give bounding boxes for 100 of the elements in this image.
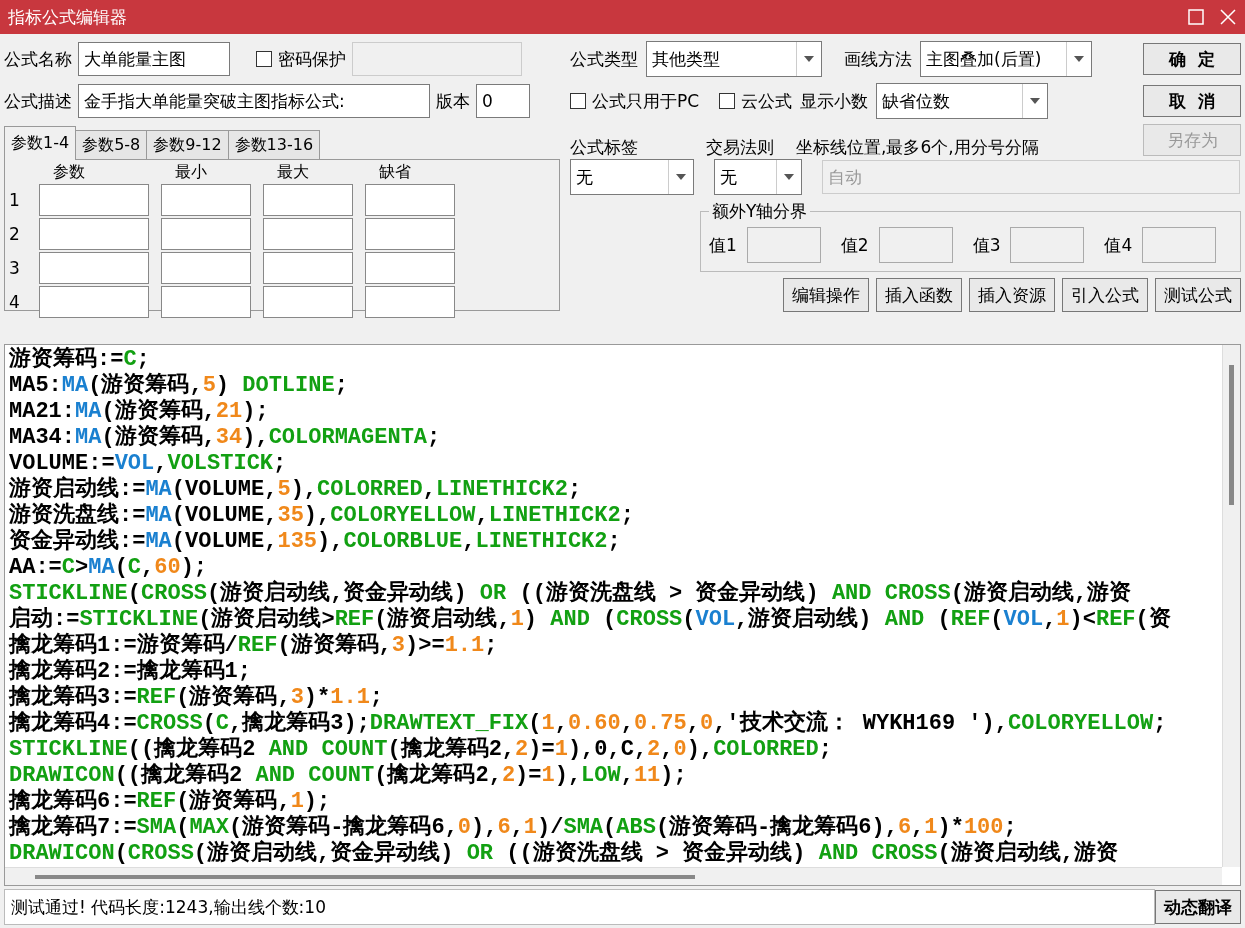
input-field[interactable] — [263, 252, 353, 284]
input-field[interactable]: 0 — [476, 84, 530, 118]
draw-method-dropdown[interactable]: 主图叠加(后置) — [920, 41, 1092, 77]
code-line: 擒龙筹码4:=CROSS(C,擒龙筹码3);DRAWTEXT_FIX(1,0.60,0.75,0,'技术交流： WYKH169 '),COLORYELLOW; — [9, 711, 1168, 736]
cancel-button[interactable]: 取 消 — [1143, 85, 1241, 117]
code-line: 游资启动线:=MA(VOLUME,5),COLORRED,LINETHICK2; — [9, 477, 583, 502]
code-line: MA21:MA(游资筹码,21); — [9, 399, 270, 424]
dropdown-arrow-icon — [804, 56, 814, 62]
column-header: 最小 — [174, 162, 208, 182]
input-field[interactable] — [161, 252, 251, 284]
input-field[interactable] — [161, 218, 251, 250]
code-line: 擒龙筹码2:=擒龙筹码1; — [9, 659, 252, 684]
horizontal-scrollbar[interactable] — [5, 867, 1222, 885]
input-field[interactable] — [263, 218, 353, 250]
field-label: 公式类型 — [570, 47, 638, 71]
code-line: MA5:MA(游资筹码,5) DOTLINE; — [9, 373, 349, 398]
input-field[interactable] — [39, 252, 149, 284]
field-label: 值3 — [972, 233, 1001, 257]
row-number: 2 — [9, 224, 21, 244]
dropdown-arrow-icon — [676, 174, 686, 180]
window-title: 指标公式编辑器 — [8, 5, 128, 29]
row-number: 1 — [9, 190, 21, 210]
action-button[interactable]: 插入函数 — [876, 278, 962, 312]
input-field[interactable] — [263, 184, 353, 216]
field-label: 显示小数 — [800, 89, 869, 113]
input-field[interactable] — [1010, 227, 1085, 263]
tab[interactable]: 参数13-16 — [227, 130, 321, 160]
dropdown-arrow-icon — [1074, 56, 1084, 62]
input-field[interactable] — [365, 286, 455, 318]
code-line: DRAWICON((擒龙筹码2 AND COUNT(擒龙筹码2,2)=1),LOW,11); — [9, 763, 688, 788]
field-label: 画线方法 — [844, 47, 912, 71]
ok-button[interactable]: 确 定 — [1143, 43, 1241, 75]
input-field[interactable]: 金手指大单能量突破主图指标公式: — [78, 84, 430, 118]
field-label: 公式标签 — [570, 136, 639, 159]
field-label: 版本 — [436, 89, 470, 113]
translate-button[interactable]: 动态翻译 — [1155, 890, 1241, 924]
field-label: 值2 — [840, 233, 869, 257]
code-line: 擒龙筹码3:=REF(游资筹码,3)*1.1; — [9, 685, 385, 710]
action-button[interactable]: 测试公式 — [1155, 278, 1241, 312]
checkbox-label: 密码保护 — [278, 47, 346, 71]
tab[interactable]: 参数9-12 — [146, 130, 229, 160]
tag-dropdown[interactable]: 无 — [570, 159, 694, 195]
field-label: 交易法则 — [706, 136, 774, 159]
input-field[interactable] — [365, 184, 455, 216]
dropdown-arrow-icon — [784, 174, 794, 180]
input-field[interactable]: 大单能量主图 — [78, 42, 230, 76]
field-label: 值4 — [1104, 233, 1133, 257]
column-header: 最大 — [276, 162, 310, 182]
type-dropdown[interactable]: 其他类型 — [646, 41, 822, 77]
code-line: 擒龙筹码7:=SMA(MAX(游资筹码-擒龙筹码6,0),6,1)/SMA(ABS(游资筹码-擒龙筹码6),6,1)*100; — [9, 815, 1018, 840]
input-field[interactable] — [365, 252, 455, 284]
code-line: STICKLINE((擒龙筹码2 AND COUNT(擒龙筹码2,2)=1),0,C,2,0),COLORRED; — [9, 737, 833, 762]
code-line: 启动:=STICKLINE(游资启动线>REF(游资启动线,1) AND (CROSS(VOL,游资启动线) AND (REF(VOL,1)<REF(资 — [9, 607, 1172, 632]
input-field[interactable] — [39, 218, 149, 250]
row-number: 4 — [9, 292, 21, 312]
password-field[interactable] — [352, 42, 522, 76]
code-line: VOLUME:=VOL,VOLSTICK; — [9, 451, 288, 476]
field-label: 公式名称 — [4, 47, 72, 71]
checkbox[interactable] — [570, 93, 586, 109]
code-line: STICKLINE(CROSS(游资启动线,资金异动线) OR ((游资洗盘线 > 资金异动线) AND CROSS(游资启动线,游资 — [9, 581, 1133, 606]
code-line: 游资洗盘线:=MA(VOLUME,35),COLORYELLOW,LINETHICK2; — [9, 503, 635, 528]
action-button[interactable]: 编辑操作 — [783, 278, 869, 312]
input-field[interactable] — [161, 184, 251, 216]
field-label: 坐标线位置,最多6个,用分号分隔 — [796, 136, 1039, 159]
status-message: 测试通过! 代码长度:1243,输出线个数:10 — [4, 889, 1155, 925]
field-label: 公式描述 — [4, 89, 72, 113]
vertical-scrollbar[interactable] — [1222, 345, 1240, 867]
input-field[interactable] — [1142, 227, 1217, 263]
code-line: 资金异动线:=MA(VOLUME,135),COLORBLUE,LINETHICK2; — [9, 529, 622, 555]
maximize-icon[interactable] — [1187, 8, 1205, 26]
code-line: 擒龙筹码6:=REF(游资筹码,1); — [9, 789, 332, 814]
input-field[interactable] — [365, 218, 455, 250]
row-number: 3 — [9, 258, 21, 278]
column-header: 参数 — [52, 162, 86, 182]
column-header: 缺省 — [378, 162, 412, 182]
code-line: 游资筹码:=C; — [9, 347, 151, 372]
decimals-dropdown[interactable]: 缺省位数 — [876, 83, 1049, 119]
checkbox[interactable] — [719, 93, 736, 109]
code-line: MA34:MA(游资筹码,34),COLORMAGENTA; — [9, 425, 442, 451]
input-field[interactable] — [878, 227, 953, 263]
checkbox-label: 云公式 — [741, 89, 793, 113]
action-button[interactable]: 插入资源 — [969, 278, 1055, 312]
group-title: 额外Y轴分界 — [711, 200, 809, 223]
close-icon[interactable] — [1219, 8, 1237, 26]
input-field[interactable] — [161, 286, 251, 318]
code-editor[interactable] — [4, 344, 1241, 886]
dropdown-arrow-icon — [1030, 98, 1041, 104]
rule-dropdown[interactable]: 无 — [714, 159, 802, 195]
tab[interactable]: 参数1-4 — [4, 126, 77, 160]
checkbox[interactable] — [256, 51, 272, 67]
code-line: AA:=C>MA(C,60); — [9, 555, 209, 581]
tab[interactable]: 参数5-8 — [75, 130, 148, 160]
action-button[interactable]: 引入公式 — [1062, 278, 1148, 312]
field-label: 值1 — [709, 233, 737, 257]
input-field[interactable] — [263, 286, 353, 318]
input-field[interactable] — [746, 227, 821, 263]
code-line: DRAWICON(CROSS(游资启动线,资金异动线) OR ((游资洗盘线 > 资金异动线) AND CROSS(游资启动线,游资 — [9, 841, 1119, 867]
checkbox-label: 公式只用于PC — [592, 89, 700, 113]
input-field[interactable] — [39, 286, 149, 318]
input-field[interactable] — [39, 184, 149, 216]
